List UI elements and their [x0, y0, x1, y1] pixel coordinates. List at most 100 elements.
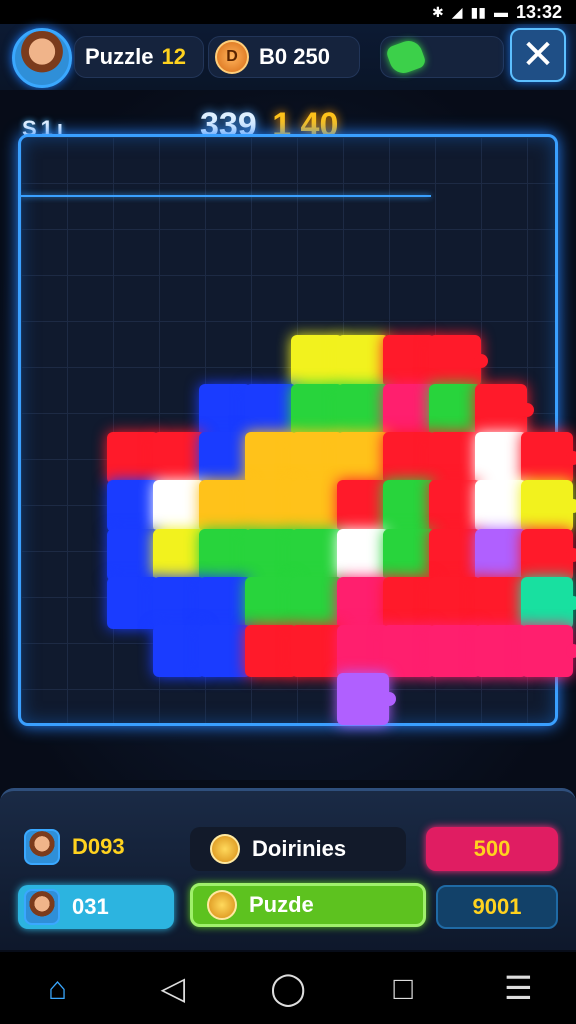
coin-icon: [210, 834, 240, 864]
blue-value: 9001: [472, 894, 522, 919]
coin-icon: [207, 890, 237, 920]
puzzle-piece[interactable]: [153, 528, 212, 581]
puzzle-piece[interactable]: [429, 528, 488, 581]
status-time: 13:32: [515, 1, 562, 22]
daily-button[interactable]: Doirinies: [190, 827, 406, 871]
puzzle-piece[interactable]: [291, 528, 350, 581]
puzzle-piece[interactable]: [429, 335, 488, 388]
status-bar: ✱ ◢ ▮▮ ▬ 13:32: [0, 0, 576, 24]
puzzle-piece[interactable]: [337, 528, 396, 581]
puzzle-piece[interactable]: [153, 625, 212, 678]
puzzle-piece[interactable]: [291, 383, 350, 436]
puzzle-piece[interactable]: [521, 431, 576, 484]
puzzle-piece[interactable]: [521, 528, 576, 581]
puzzle-piece[interactable]: [521, 625, 576, 678]
puzzle-piece[interactable]: [337, 335, 396, 388]
puzzle-piece[interactable]: [107, 480, 166, 533]
puzzle-piece[interactable]: [245, 625, 304, 678]
puzzle-piece[interactable]: [429, 625, 488, 678]
puzzle-piece[interactable]: [245, 431, 304, 484]
puzzle-piece[interactable]: [383, 383, 442, 436]
puzzle-button[interactable]: Puzde: [190, 883, 426, 927]
puzzle-piece[interactable]: [475, 431, 534, 484]
puzzle-label: Puzde: [249, 892, 314, 917]
coins-pill[interactable]: D B0 250: [208, 36, 360, 78]
board-divider: [21, 195, 431, 197]
pink-value: 500: [473, 836, 511, 861]
battery-icon: ▬: [493, 4, 508, 20]
back-icon[interactable]: ◁: [145, 960, 201, 1016]
puzzle-piece[interactable]: [107, 576, 166, 629]
puzzle-piece[interactable]: [475, 576, 534, 629]
player-score: D093: [72, 834, 125, 859]
menu-icon[interactable]: ☰: [490, 960, 546, 1016]
puzzle-piece[interactable]: [337, 431, 396, 484]
puzzle-piece[interactable]: [475, 383, 534, 436]
puzzle-piece[interactable]: [383, 335, 442, 388]
pink-value-button[interactable]: 500: [426, 827, 558, 871]
puzzle-piece[interactable]: [429, 431, 488, 484]
puzzle-piece[interactable]: [383, 576, 442, 629]
puzzle-piece[interactable]: [429, 576, 488, 629]
puzzle-piece[interactable]: [199, 480, 258, 533]
close-icon: ✕: [521, 33, 555, 77]
puzzle-piece[interactable]: [107, 528, 166, 581]
avatar-small: [24, 829, 60, 865]
puzzle-piece[interactable]: [475, 480, 534, 533]
puzzle-piece[interactable]: [291, 625, 350, 678]
puzzle-piece[interactable]: [199, 431, 258, 484]
home-icon[interactable]: ⌂: [30, 960, 86, 1016]
puzzle-piece[interactable]: [291, 480, 350, 533]
bottom-panel: D093 Doirinies 500 031 Puzde 9001: [0, 788, 576, 950]
puzzle-piece[interactable]: [383, 625, 442, 678]
puzzle-piece[interactable]: [107, 431, 166, 484]
puzzle-piece[interactable]: [153, 480, 212, 533]
puzzle-piece[interactable]: [429, 383, 488, 436]
puzzle-board[interactable]: [18, 134, 576, 726]
puzzle-piece[interactable]: [429, 480, 488, 533]
puzzle-piece[interactable]: [383, 431, 442, 484]
puzzle-piece[interactable]: [291, 431, 350, 484]
puzzle-piece[interactable]: [521, 480, 576, 533]
recents-icon[interactable]: □: [375, 960, 431, 1016]
puzzle-piece[interactable]: [291, 576, 350, 629]
gem-pill[interactable]: [380, 36, 504, 78]
puzzle-piece[interactable]: [245, 480, 304, 533]
blue-value-button[interactable]: 9001: [436, 885, 558, 929]
player-level: 031: [72, 894, 109, 919]
puzzle-piece[interactable]: [383, 480, 442, 533]
player-avatar[interactable]: [12, 28, 72, 88]
puzzle-piece[interactable]: [199, 383, 258, 436]
puzzle-piece[interactable]: [475, 528, 534, 581]
puzzle-piece[interactable]: [153, 576, 212, 629]
puzzle-piece[interactable]: [475, 625, 534, 678]
puzzle-piece[interactable]: [153, 431, 212, 484]
game-area: S1ı 339 1 40: [0, 90, 576, 780]
daily-label: Doirinies: [252, 836, 347, 861]
wifi-icon: ◢: [451, 3, 463, 20]
level-pill: Puzzle 12: [74, 36, 204, 78]
puzzle-piece[interactable]: [245, 383, 304, 436]
puzzle-piece[interactable]: [337, 480, 396, 533]
puzzle-piece[interactable]: [199, 625, 258, 678]
player-score-button[interactable]: D093: [18, 825, 178, 869]
puzzle-piece[interactable]: [521, 576, 576, 629]
puzzle-piece[interactable]: [245, 576, 304, 629]
gem-icon: [384, 37, 428, 77]
home-circle-icon[interactable]: ◯: [260, 960, 316, 1016]
puzzle-piece[interactable]: [337, 673, 396, 726]
puzzle-piece[interactable]: [291, 335, 350, 388]
puzzle-piece[interactable]: [337, 576, 396, 629]
puzzle-piece[interactable]: [383, 528, 442, 581]
bluetooth-icon: ✱: [432, 3, 444, 20]
puzzle-piece[interactable]: [337, 383, 396, 436]
puzzle-piece[interactable]: [245, 528, 304, 581]
signal-icon: ▮▮: [470, 3, 486, 20]
puzzle-piece[interactable]: [199, 528, 258, 581]
close-button[interactable]: ✕: [510, 28, 566, 82]
player-level-button[interactable]: 031: [18, 885, 174, 929]
puzzle-piece[interactable]: [199, 576, 258, 629]
coin-count: B0 250: [259, 44, 330, 69]
navigation-bar: ⌂ ◁ ◯ □ ☰: [0, 952, 576, 1024]
puzzle-piece[interactable]: [337, 625, 396, 678]
